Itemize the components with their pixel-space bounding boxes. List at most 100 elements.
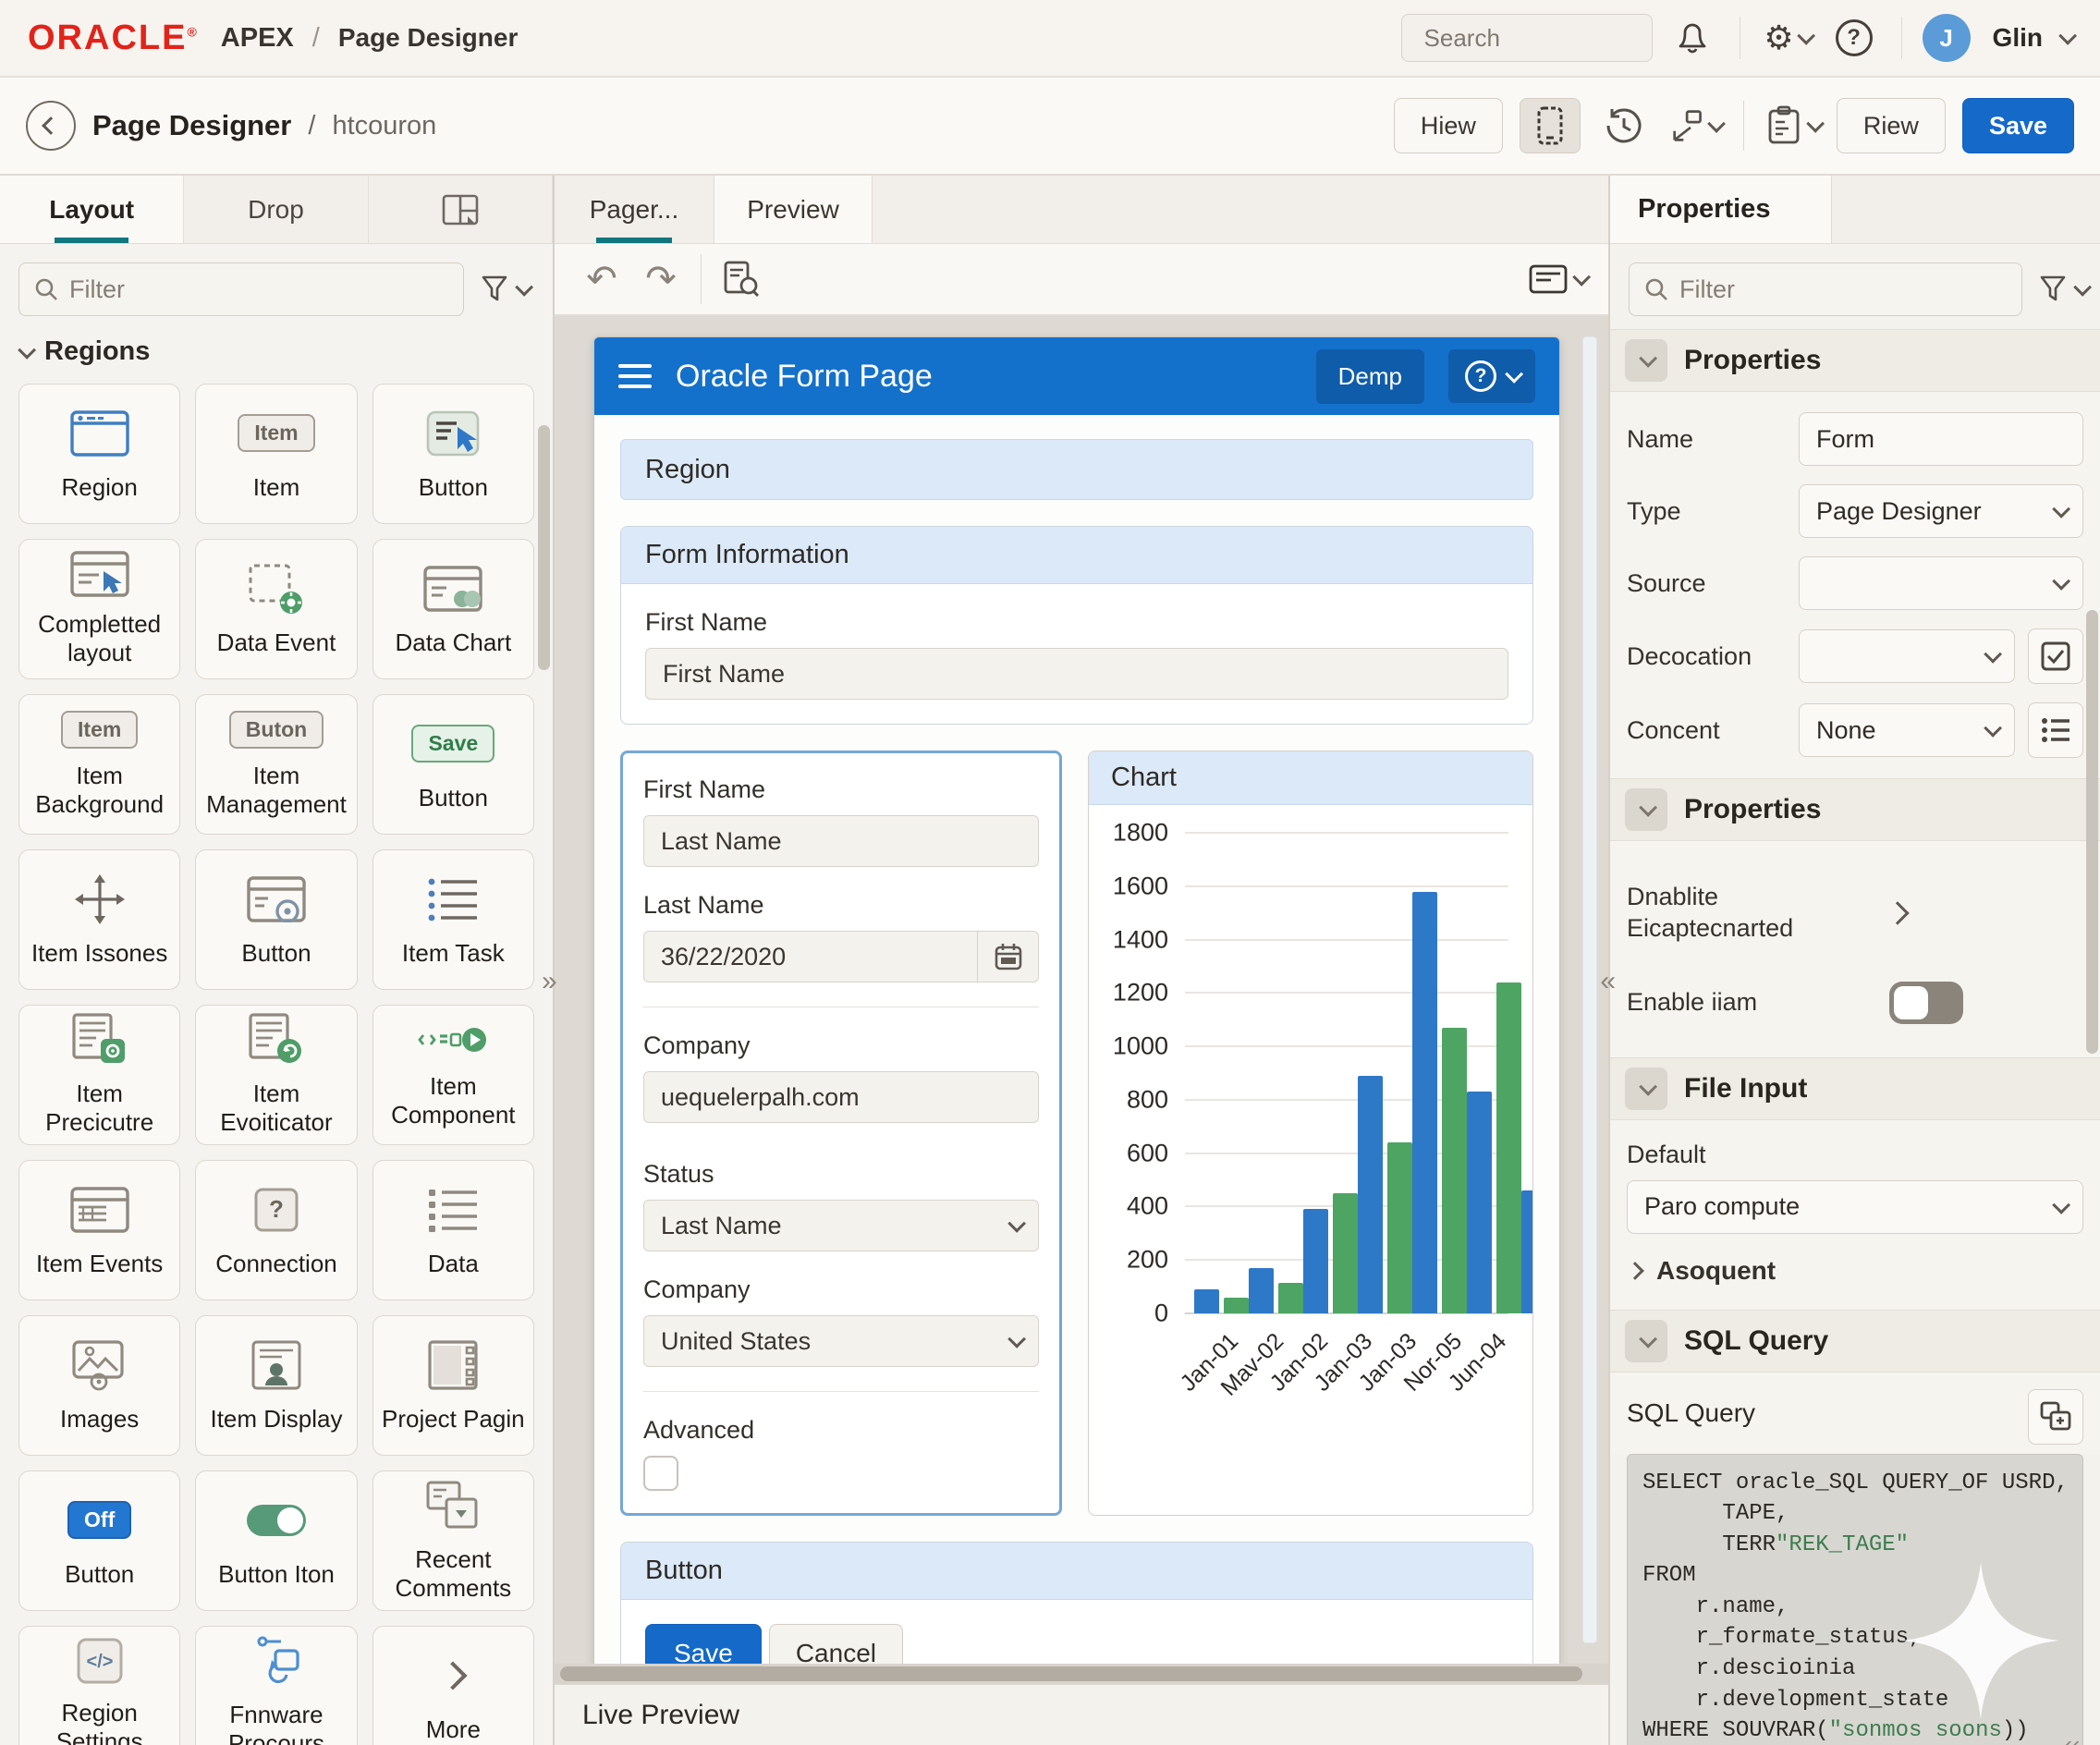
right-panel-scrollbar[interactable] bbox=[2086, 610, 2098, 1054]
help-button[interactable]: ? bbox=[1827, 11, 1881, 65]
region-header[interactable]: Region bbox=[620, 439, 1533, 500]
button-region-header[interactable]: Button bbox=[621, 1543, 1532, 1600]
tab-layout[interactable]: Layout bbox=[0, 176, 184, 243]
collapse-button[interactable] bbox=[1625, 1068, 1667, 1110]
concent-list-button[interactable] bbox=[2028, 702, 2083, 758]
properties-section-2[interactable]: Properties bbox=[1610, 778, 2100, 841]
component-card-more-26[interactable]: More bbox=[372, 1626, 534, 1745]
component-card-item-issones-9[interactable]: Item Issones bbox=[18, 849, 180, 990]
history-button[interactable] bbox=[1597, 99, 1651, 153]
riew-button[interactable]: Riew bbox=[1837, 98, 1946, 153]
component-card-item-events-15[interactable]: Item Events bbox=[18, 1160, 180, 1300]
undo-button[interactable]: ↶ bbox=[577, 254, 627, 304]
component-card-connection-16[interactable]: ?Connection bbox=[195, 1160, 357, 1300]
tab-preview[interactable]: Preview bbox=[714, 176, 873, 243]
date-input[interactable]: 36/22/2020 bbox=[643, 931, 1039, 982]
sql-query-section[interactable]: SQL Query bbox=[1610, 1310, 2100, 1373]
page-search-button[interactable] bbox=[716, 254, 766, 304]
component-card-item-background-6[interactable]: ItemItem Background bbox=[18, 694, 180, 835]
component-card-item-management-7[interactable]: ButonItem Management bbox=[195, 694, 357, 835]
properties-section-1[interactable]: Properties bbox=[1610, 329, 2100, 392]
advanced-checkbox[interactable] bbox=[643, 1456, 678, 1491]
tab-grid-view[interactable] bbox=[369, 176, 553, 243]
canvas-horizontal-scrollbar[interactable] bbox=[555, 1664, 1608, 1684]
chevron-right-icon[interactable] bbox=[1886, 901, 1909, 924]
decocation-checkbox-button[interactable] bbox=[2028, 628, 2083, 684]
tab-drop[interactable]: Drop bbox=[184, 176, 368, 243]
company-input[interactable]: uequelerpalh.com bbox=[643, 1071, 1039, 1123]
component-card-item-display-19[interactable]: Item Display bbox=[195, 1315, 357, 1456]
component-card-button-21[interactable]: OffButton bbox=[18, 1470, 180, 1611]
sql-copy-button[interactable] bbox=[2028, 1389, 2083, 1445]
decocation-select[interactable] bbox=[1799, 629, 2015, 683]
clipboard-button[interactable] bbox=[1766, 99, 1820, 153]
type-select[interactable]: Page Designer bbox=[1799, 484, 2083, 538]
component-card-region-settings-24[interactable]: </>Region Settings bbox=[18, 1626, 180, 1745]
component-card-recent-comments-23[interactable]: Recent Comments bbox=[372, 1470, 534, 1611]
display-mode-button[interactable] bbox=[1529, 254, 1586, 304]
component-card-fnnware-procours-25[interactable]: Fnnware Procours bbox=[195, 1626, 357, 1745]
component-card-button-10[interactable]: Button bbox=[195, 849, 357, 990]
live-preview-header[interactable]: Live Preview bbox=[555, 1684, 1608, 1745]
save-button[interactable]: Save bbox=[1962, 98, 2074, 153]
form-information-header[interactable]: Form Information bbox=[621, 527, 1532, 584]
left-panel-scrollbar[interactable] bbox=[538, 425, 550, 670]
global-search[interactable] bbox=[1401, 14, 1653, 62]
chart-region[interactable]: Chart 020040060080010001200140016001800 … bbox=[1088, 750, 1533, 1516]
source-select[interactable] bbox=[1799, 556, 2083, 610]
preview-save-button[interactable]: Save bbox=[645, 1624, 762, 1664]
asoquent-group[interactable]: Asoquent bbox=[1627, 1252, 2083, 1289]
country-select[interactable]: United States bbox=[643, 1315, 1039, 1367]
right-splitter-handle[interactable]: « bbox=[1600, 966, 1616, 997]
layout-shrink-button[interactable] bbox=[1667, 99, 1721, 153]
component-card-images-18[interactable]: Images bbox=[18, 1315, 180, 1456]
sql-query-editor[interactable]: SELECT oracle_SQL QUERY_OF USRD, TAPE, T… bbox=[1627, 1454, 2083, 1745]
component-card-item-task-11[interactable]: Item Task bbox=[372, 849, 534, 990]
left-splitter-handle[interactable]: » bbox=[542, 966, 557, 997]
device-preview-button[interactable] bbox=[1520, 98, 1581, 153]
preview-help-button[interactable]: ? bbox=[1448, 349, 1535, 403]
first-name-input[interactable]: First Name bbox=[645, 648, 1508, 700]
chart-region-header[interactable]: Chart bbox=[1089, 751, 1532, 805]
left-filter-input[interactable] bbox=[69, 275, 448, 304]
tab-pager[interactable]: Pager... bbox=[555, 176, 714, 243]
component-card-data-event-4[interactable]: Data Event bbox=[195, 539, 357, 679]
status-select[interactable]: Last Name bbox=[643, 1200, 1039, 1251]
notifications-button[interactable] bbox=[1666, 11, 1719, 65]
left-filter-options-button[interactable] bbox=[475, 275, 534, 304]
collapse-button[interactable] bbox=[1625, 788, 1667, 831]
left-filter[interactable] bbox=[18, 262, 464, 316]
back-button[interactable] bbox=[26, 101, 76, 151]
avatar[interactable]: J bbox=[1923, 14, 1971, 62]
user-name[interactable]: Glin bbox=[1993, 23, 2043, 53]
concent-select[interactable]: None bbox=[1799, 703, 2015, 757]
component-card-completted-layout-3[interactable]: Completted layout bbox=[18, 539, 180, 679]
regions-section-header[interactable]: Regions bbox=[0, 329, 553, 380]
breadcrumb-page-designer[interactable]: Page Designer bbox=[338, 23, 519, 53]
date-picker-button[interactable] bbox=[977, 932, 1038, 982]
enable-iiam-toggle[interactable] bbox=[1889, 982, 1963, 1024]
component-card-item-evoiticator-13[interactable]: Item Evoiticator bbox=[195, 1005, 357, 1145]
properties-filter-input[interactable] bbox=[1679, 275, 2007, 304]
default-select[interactable]: Paro compute bbox=[1627, 1180, 2083, 1234]
canvas-vertical-scrollbar[interactable] bbox=[1582, 336, 1597, 1643]
component-card-project-pagin-20[interactable]: Project Pagin bbox=[372, 1315, 534, 1456]
component-card-button-2[interactable]: Button bbox=[372, 384, 534, 524]
fn-input[interactable]: Last Name bbox=[643, 815, 1039, 867]
component-card-item-precicutre-12[interactable]: Item Precicutre bbox=[18, 1005, 180, 1145]
demp-button[interactable]: Demp bbox=[1316, 349, 1424, 404]
menu-icon[interactable] bbox=[618, 364, 652, 388]
component-card-item-1[interactable]: ItemItem bbox=[195, 384, 357, 524]
preview-cancel-button[interactable]: Cancel bbox=[769, 1624, 903, 1664]
file-input-section[interactable]: File Input bbox=[1610, 1057, 2100, 1120]
redo-button[interactable]: ↷ bbox=[636, 254, 686, 304]
component-card-item-component-14[interactable]: Item Component bbox=[372, 1005, 534, 1145]
user-menu-chevron-icon[interactable] bbox=[2058, 27, 2077, 45]
properties-filter[interactable] bbox=[1629, 262, 2022, 316]
component-card-button-iton-22[interactable]: Button Iton bbox=[195, 1470, 357, 1611]
properties-filter-options-button[interactable] bbox=[2033, 275, 2093, 304]
collapse-button[interactable] bbox=[1625, 1320, 1667, 1362]
settings-menu-button[interactable]: ⚙ bbox=[1761, 11, 1814, 65]
selected-form-region[interactable]: First Name Last Name Last Name 36/22/202… bbox=[620, 750, 1062, 1516]
component-card-region-0[interactable]: Region bbox=[18, 384, 180, 524]
